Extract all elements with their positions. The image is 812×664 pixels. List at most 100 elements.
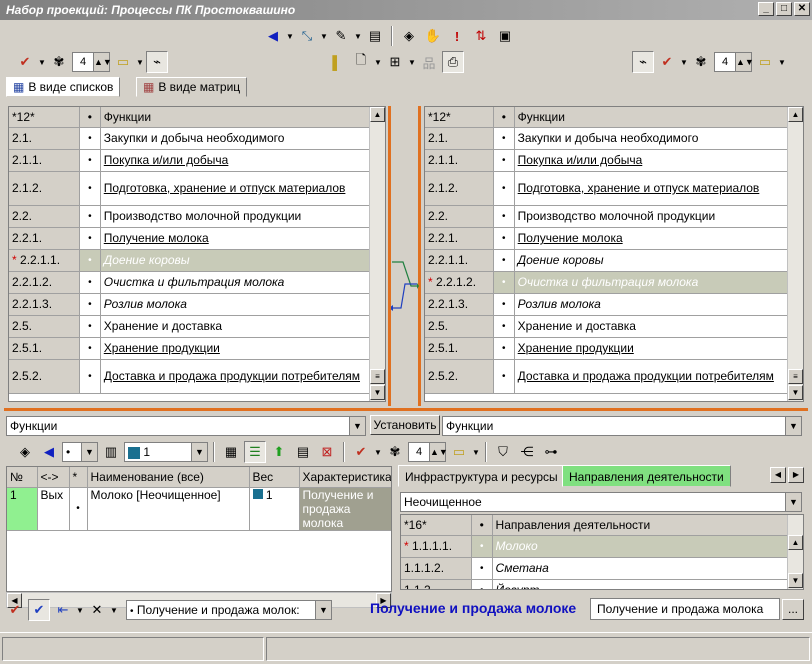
folder-dropdown-icon[interactable]: ▼ [136,58,144,67]
close-button[interactable]: ✕ [794,2,810,16]
level-spinner-right[interactable]: 4 ▲▼ [714,52,754,72]
flow-table[interactable]: № <-> * Наименование (все) Вес Характери… [6,466,392,592]
horizontal-splitter[interactable] [4,408,808,411]
tab-scroll-right-icon[interactable]: ▶ [788,467,804,483]
table-row[interactable]: 2.1.1. • Покупка и/или добыча [9,149,385,172]
table-row[interactable]: 2.5.2. • Доставка и продажа продукции потр… [9,359,385,394]
tab-infrastructure[interactable]: Инфраструктура и ресурсы [398,465,565,487]
table-row[interactable]: 2.2. • Производство молочной продукции [425,205,803,228]
check-right-dropdown-icon[interactable]: ▼ [680,58,688,67]
code-header[interactable]: *12* [425,107,494,128]
table-row[interactable]: 2.1. • Закупки и добыча необходимого [9,127,385,150]
warning-lower-icon[interactable]: ◈ [14,441,36,463]
table-row[interactable]: 2.1. • Закупки и добыча необходимого [425,127,803,150]
back-lower-icon[interactable]: ◀ [38,441,60,463]
scroll-down-icon[interactable]: ▼ [370,385,385,400]
col-direction[interactable]: <-> [37,467,70,488]
table-row[interactable]: 2.1.2. • Подготовка, хранение и отпуск мат… [9,171,385,206]
process-combo[interactable]: • Получение и продажа молок: ▼ [126,600,332,620]
table-row[interactable]: 2.2.1. • Получение молока [425,227,803,250]
col-weight[interactable]: Вес [249,467,300,488]
table-row[interactable]: 2.5.1. • Хранение продукции [425,337,803,360]
left-filter-combo[interactable]: Функции ▼ [6,416,366,436]
filter-icon[interactable]: ⛉ [492,441,514,463]
chart-right-icon[interactable]: ⌁ [632,51,654,73]
col-number[interactable]: № [7,467,38,488]
eraser-dropdown-icon[interactable]: ▼ [354,32,362,41]
check-lower-dropdown-icon[interactable]: ▼ [374,448,382,457]
col-characteristic[interactable]: Характеристика [299,467,391,488]
table-icon[interactable]: ▤ [292,441,314,463]
chevron-down-icon[interactable]: ▼ [191,443,207,461]
indent-dropdown-icon[interactable]: ▼ [76,606,84,615]
level-spinner-lower[interactable]: 4 ▲▼ [408,442,448,462]
film-icon[interactable]: ▦ [220,441,242,463]
function-header[interactable]: Функции [514,107,803,128]
dot-header[interactable]: • [79,107,101,128]
hand-icon[interactable]: ✋ [422,25,444,47]
chevron-down-icon[interactable]: ▼ [785,417,801,435]
scroll-down-icon[interactable]: ▼ [788,385,803,400]
table-row[interactable]: 2.1.1. • Покупка и/или добыча [425,149,803,172]
eraser-icon[interactable]: ✎ [330,25,352,47]
apply-check-icon[interactable]: ✔ [4,599,26,621]
right-function-grid[interactable]: *12* • Функции 2.1. • Закупки и добыча нео… [424,106,804,402]
table-row[interactable]: 2.2.1.2. • Очистка и фильтрация молока [9,271,385,294]
col-star[interactable]: * [69,467,88,488]
table-row[interactable]: 2.1.2. • Подготовка, хранение и отпуск мат… [425,171,803,206]
hierarchy-icon[interactable]: 品 [418,51,440,73]
table-row[interactable]: 2.2.1.3. • Розлив молока [9,293,385,316]
delete-icon[interactable]: ✕ [86,599,108,621]
table-row[interactable]: 2.2.1.1. • Доение коровы [425,249,803,272]
table-row[interactable]: 2.5.1. • Хранение продукции [9,337,385,360]
link-icon[interactable]: ⤡ [296,25,318,47]
dot-combo[interactable]: • ▼ [62,442,98,462]
tab-directions[interactable]: Направления деятельности [562,465,731,487]
save-icon[interactable]: ▣ [494,25,516,47]
dot-header[interactable]: • [493,107,515,128]
scroll-up-icon[interactable]: ▲ [788,535,803,550]
chevron-down-icon[interactable]: ▼ [785,493,801,511]
table-row-selected[interactable]: * 2.2.1.2. • Очистка и фильтрация молока [425,271,803,294]
code-header[interactable]: *16* [401,515,472,536]
tab-list-view[interactable]: ▦ В виде списков [6,77,121,97]
paint-right-icon[interactable]: ✾ [690,51,712,73]
table-row[interactable]: 2.5. • Хранение и доставка [9,315,385,338]
direction-grid-scrollbar[interactable]: ▲ ▼ [787,515,803,589]
check-icon[interactable]: ✔ [14,51,36,73]
left-function-grid[interactable]: *12* • Функции 2.1. • Закупки и добыча нео… [8,106,386,402]
table-row[interactable]: 1.1.2. • Йогурт [401,579,803,589]
back-dropdown-icon[interactable]: ▼ [286,32,294,41]
delete-table-icon[interactable]: ⊠ [316,441,338,463]
check-all-icon[interactable]: ✔ [28,599,50,621]
set-button[interactable]: Установить [370,415,440,435]
tab-scroll-left-icon[interactable]: ◀ [770,467,786,483]
dot-header[interactable]: • [471,515,493,536]
warning-icon[interactable]: ◈ [398,25,420,47]
scroll-thumb[interactable]: ≡ [370,369,385,384]
chevron-down-icon[interactable]: ▼ [315,601,331,619]
network-icon[interactable]: ⋲ [516,441,538,463]
function-header[interactable]: Функции [100,107,385,128]
table-row[interactable]: 2.2.1.3. • Розлив молока [425,293,803,316]
direction-grid[interactable]: *16* • Направления деятельности * 1.1.1.… [400,514,804,590]
number-combo[interactable]: 1 ▼ [124,442,208,462]
tab-matrix-view[interactable]: ▦ В виде матриц [136,77,248,97]
structure-icon[interactable]: ⊶ [540,441,562,463]
chevron-down-icon[interactable]: ▼ [349,417,365,435]
level-spinner[interactable]: 4 ▲▼ [72,52,112,72]
table-row-selected[interactable]: * 1.1.1.1. • Молоко [401,535,803,558]
maximize-button[interactable]: □ [776,2,792,16]
folder-right-dropdown-icon[interactable]: ▼ [778,58,786,67]
link-dropdown-icon[interactable]: ▼ [320,32,328,41]
more-button[interactable]: ... [782,599,804,620]
columns-icon[interactable]: ▥ [100,441,122,463]
table-row[interactable]: 2.2. • Производство молочной продукции [9,205,385,228]
folder-right-icon[interactable]: ▭ [754,51,776,73]
process-field[interactable]: Получение и продажа молока [590,598,780,620]
list-check-icon[interactable]: ☰ [244,441,266,463]
preview-dropdown-icon[interactable]: ▼ [374,58,382,67]
table-row[interactable]: 2.5. • Хранение и доставка [425,315,803,338]
scroll-up-icon[interactable]: ▲ [788,107,803,122]
scroll-up-icon[interactable]: ▲ [370,107,385,122]
